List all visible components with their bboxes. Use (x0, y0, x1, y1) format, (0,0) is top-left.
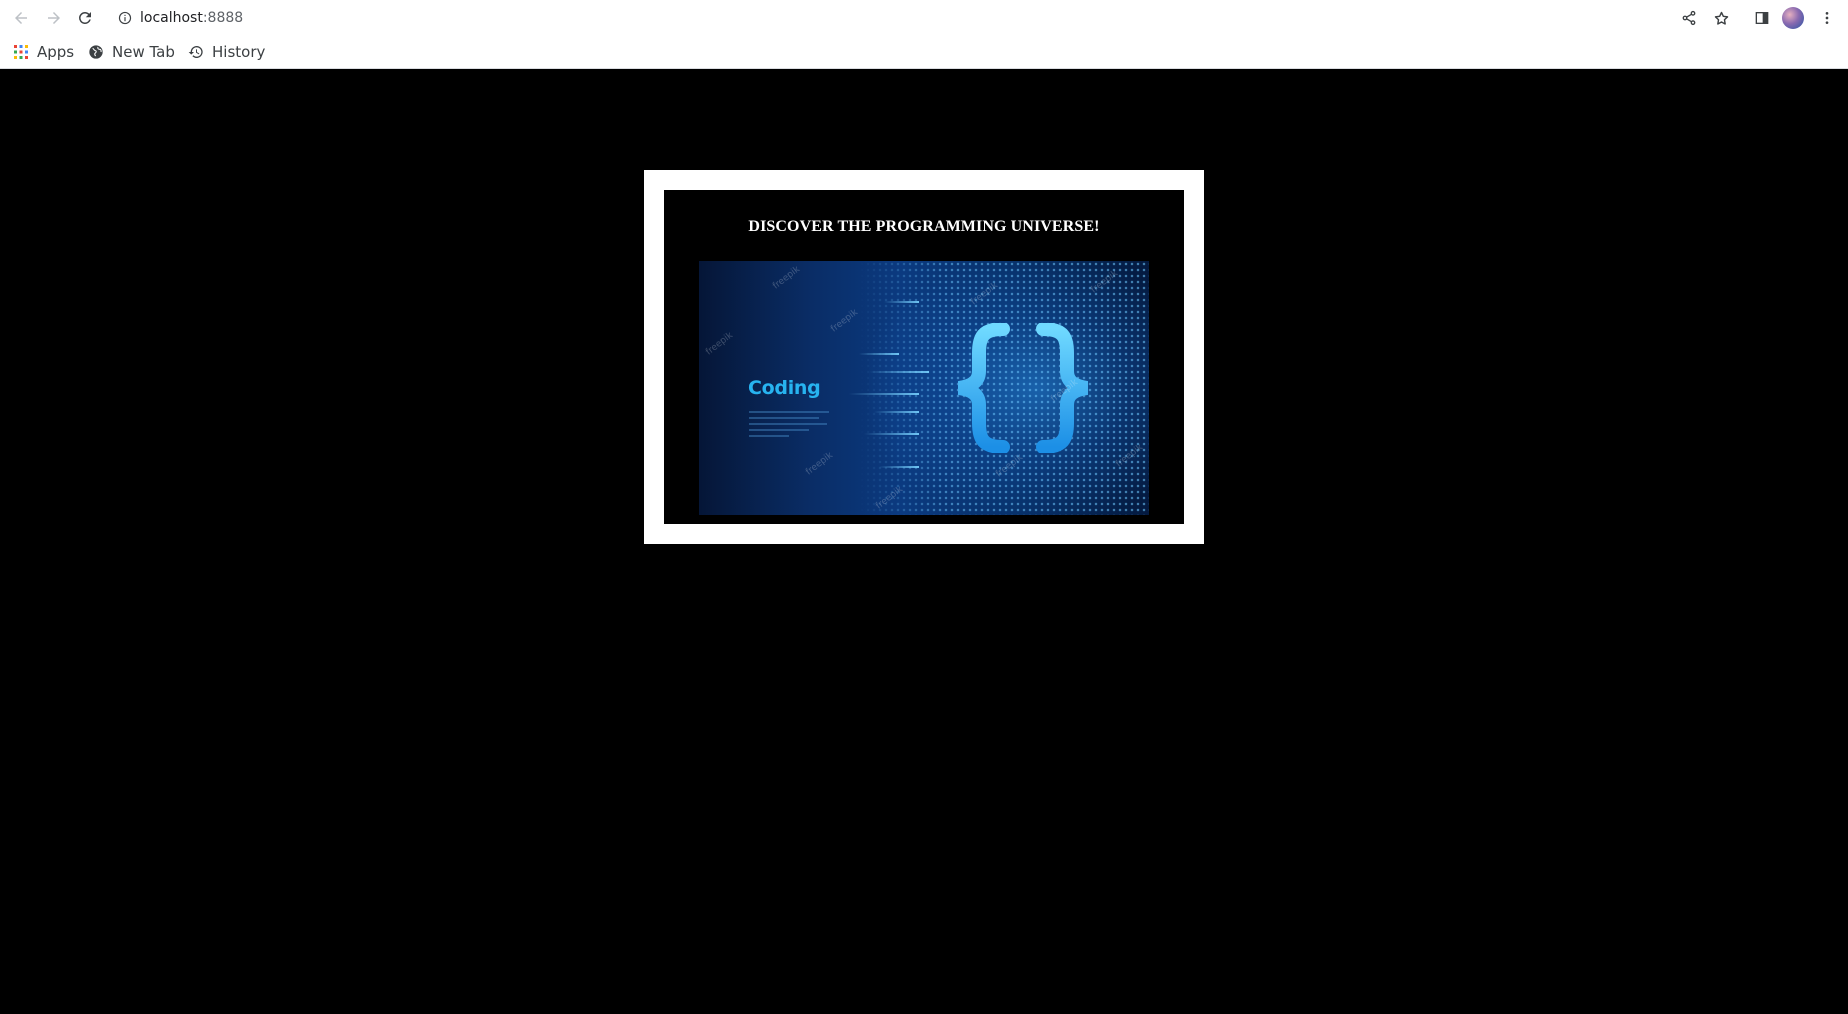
share-button[interactable] (1677, 6, 1701, 30)
url-port: :8888 (202, 10, 244, 26)
url-text: localhost:8888 (140, 10, 243, 26)
white-frame: DISCOVER THE PROGRAMMING UNIVERSE! Codin… (644, 170, 1204, 544)
history-icon (188, 44, 204, 60)
reload-icon (79, 11, 91, 24)
hero-coding-text: Coding (748, 377, 821, 399)
side-panel-button[interactable] (1750, 6, 1774, 30)
hero-filler-line (749, 423, 827, 425)
bookmark-new-tab-label: New Tab (112, 43, 175, 61)
share-icon (1682, 10, 1696, 26)
bookmarks-bar: Apps New Tab History (0, 36, 1848, 69)
side-panel-icon (1755, 12, 1769, 24)
bookmark-star-button[interactable] (1709, 6, 1733, 30)
page-title: DISCOVER THE PROGRAMMING UNIVERSE! (748, 218, 1100, 235)
hero-filler-line (749, 417, 819, 419)
watermark-text: freepik (804, 450, 835, 478)
hero-streak (869, 371, 929, 373)
hero-streak (849, 393, 919, 395)
address-bar[interactable]: localhost:8888 (108, 4, 1738, 32)
hero-filler-line (749, 435, 789, 437)
page-viewport: DISCOVER THE PROGRAMMING UNIVERSE! Codin… (0, 69, 1848, 1014)
profile-avatar[interactable] (1782, 7, 1804, 29)
forward-button[interactable] (42, 6, 66, 30)
arrow-right-icon (48, 12, 60, 24)
hero-streak (884, 301, 919, 303)
star-icon (1714, 11, 1728, 25)
watermark-text: freepik (829, 307, 860, 335)
bookmark-apps[interactable]: Apps (13, 42, 74, 62)
coding-hero-image: Coding freepik freepik freepik freepik f… (699, 261, 1149, 515)
browser-toolbar: localhost:8888 (0, 0, 1848, 36)
more-vertical-icon (1825, 12, 1829, 24)
hero-filler-line (749, 429, 809, 431)
arrow-left-icon (15, 12, 27, 24)
apps-grid-icon (13, 44, 29, 60)
site-info-icon[interactable] (118, 11, 132, 25)
reload-button[interactable] (73, 6, 97, 30)
back-button[interactable] (9, 6, 33, 30)
hero-filler-line (749, 411, 829, 413)
browser-menu-button[interactable] (1815, 6, 1839, 30)
bookmark-history-label: History (212, 43, 266, 61)
bookmark-history[interactable]: History (188, 42, 265, 62)
bookmark-apps-label: Apps (37, 43, 75, 61)
hero-streak (859, 353, 899, 355)
hero-streak (874, 411, 919, 413)
watermark-text: freepik (771, 264, 802, 292)
globe-icon (88, 44, 104, 60)
url-host: localhost (140, 10, 203, 26)
hero-streak (879, 466, 919, 468)
bookmark-new-tab[interactable]: New Tab (88, 42, 175, 62)
watermark-text: freepik (704, 330, 735, 358)
content-card: DISCOVER THE PROGRAMMING UNIVERSE! Codin… (664, 190, 1184, 524)
hero-streak (864, 433, 919, 435)
